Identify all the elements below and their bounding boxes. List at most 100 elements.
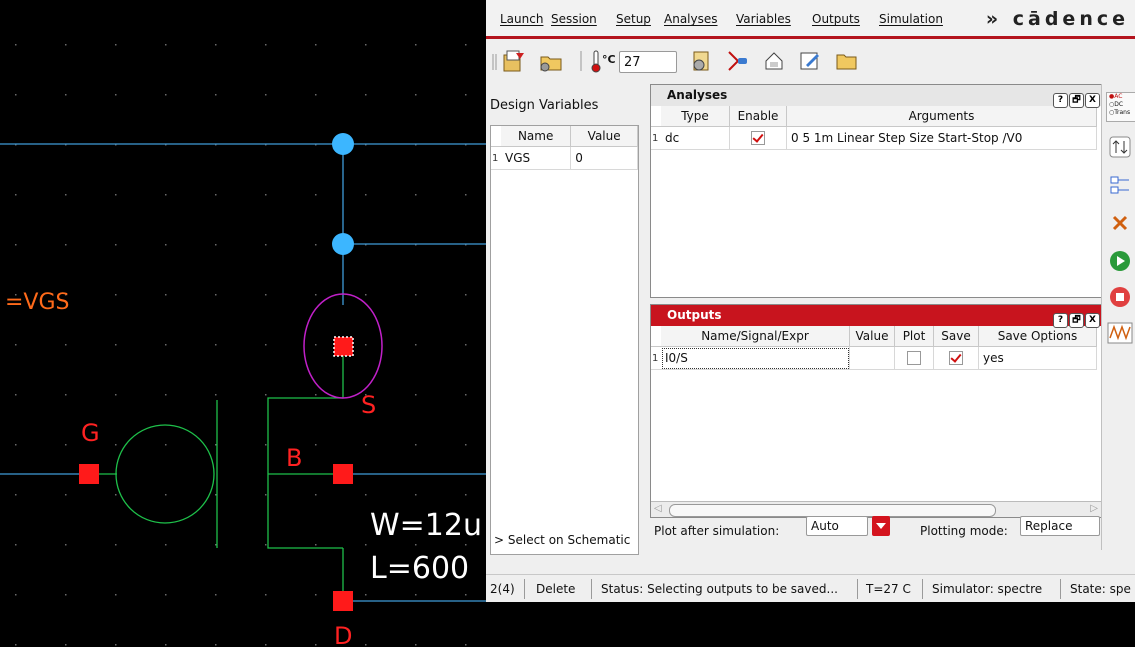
grid-dot [15, 444, 17, 446]
output-name-cell[interactable]: I0/S [661, 346, 850, 370]
design-variables-title: Design Variables [490, 98, 599, 113]
node-dot-mid[interactable] [332, 233, 354, 255]
restore-icon[interactable]: 🗗 [1069, 313, 1084, 328]
menu-outputs[interactable]: Outputs [812, 12, 860, 26]
plotting-mode-select[interactable]: Replace [1020, 516, 1100, 536]
column-header-arguments[interactable]: Arguments [786, 106, 1097, 127]
grid-dot [115, 94, 117, 96]
chevron-down-icon[interactable] [872, 516, 890, 536]
grid-dot [65, 594, 67, 596]
scroll-left-icon[interactable]: ◁ [654, 503, 662, 514]
menu-launch[interactable]: Launch [500, 12, 543, 26]
grid-dot [265, 394, 267, 396]
open-folder-icon[interactable] [834, 49, 860, 73]
grid-dot [315, 94, 317, 96]
probe-icon[interactable] [726, 49, 750, 73]
grid-dot [65, 344, 67, 346]
grid-dot [215, 494, 217, 496]
plot-checkbox[interactable] [907, 351, 921, 366]
close-icon[interactable]: X [1085, 93, 1100, 108]
design-variables-table[interactable]: Name Value 1 VGS 0 [490, 125, 639, 555]
analysis-arguments-cell[interactable]: 0 5 1m Linear Step Size Start-Stop /V0 [786, 126, 1097, 150]
netlist-icon[interactable] [762, 49, 786, 73]
analyses-header: Analyses ? 🗗 X [651, 85, 1102, 108]
table-row[interactable]: 1 I0/S yes [651, 346, 1097, 370]
pin-source-selected[interactable] [333, 336, 354, 357]
grid-dot [65, 494, 67, 496]
radio-ac[interactable]: ●AC [1109, 93, 1135, 101]
column-header-save[interactable]: Save [933, 326, 979, 347]
setup-model-icon[interactable] [690, 49, 714, 73]
netlist-and-run-icon[interactable] [1109, 174, 1131, 196]
variable-name-cell[interactable]: VGS [501, 146, 572, 170]
scroll-right-icon[interactable]: ▷ [1090, 503, 1098, 514]
restore-icon[interactable]: 🗗 [1069, 93, 1084, 108]
load-state-icon[interactable] [538, 49, 564, 73]
output-value-cell[interactable] [849, 346, 895, 370]
pin-drain[interactable] [333, 591, 353, 611]
output-save-options-cell[interactable]: yes [978, 346, 1097, 370]
pin-gate[interactable] [79, 464, 99, 484]
grid-dot [365, 294, 367, 296]
column-header-save-options[interactable]: Save Options [978, 326, 1097, 347]
nmos-transistor[interactable] [89, 348, 344, 601]
column-header-enable[interactable]: Enable [729, 106, 787, 127]
grid-dot [265, 444, 267, 446]
menu-simulation[interactable]: Simulation [879, 12, 943, 26]
gate-circle [115, 424, 215, 524]
grid-dot [265, 594, 267, 596]
save-checkbox[interactable] [949, 351, 963, 366]
grid-dot [215, 44, 217, 46]
edit-note-icon[interactable] [798, 49, 822, 73]
help-icon[interactable]: ? [1053, 313, 1068, 328]
grid-dot [365, 444, 367, 446]
close-icon[interactable]: X [1085, 313, 1100, 328]
stop-icon[interactable] [1109, 286, 1131, 308]
pin-bulk[interactable] [333, 464, 353, 484]
horizontal-scrollbar[interactable]: ◁ ▷ [651, 501, 1102, 517]
menu-session[interactable]: Session [551, 12, 597, 26]
analysis-type-cell[interactable]: dc [661, 126, 730, 150]
run-icon[interactable] [1109, 250, 1131, 272]
plot-after-select[interactable]: Auto [806, 516, 868, 536]
column-header-signal[interactable]: Name/Signal/Expr [661, 326, 850, 347]
grid-dot [165, 494, 167, 496]
table-row[interactable]: 1 VGS 0 [491, 146, 638, 170]
grid-dot [465, 294, 467, 296]
select-on-schematic-link[interactable]: > Select on Schematic [494, 533, 630, 547]
thermometer-icon [591, 50, 601, 73]
enable-checkbox[interactable] [751, 131, 765, 146]
grid-dot [265, 344, 267, 346]
table-row[interactable]: 1 dc 0 5 1m Linear Step Size Start-Stop … [651, 126, 1097, 150]
variable-value-cell[interactable]: 0 [570, 146, 638, 170]
grid-dot [215, 544, 217, 546]
radio-trans[interactable]: ○Trans [1109, 109, 1135, 117]
menu-variables[interactable]: Variables [736, 12, 791, 26]
node-dot-top[interactable] [332, 133, 354, 155]
radio-dc[interactable]: ○DC [1109, 101, 1135, 109]
menu-analyses[interactable]: Analyses [664, 12, 718, 26]
column-header-value[interactable]: Value [570, 126, 638, 147]
run-controls-strip: ●AC ○DC ○Trans [1101, 84, 1135, 550]
plot-waveform-icon[interactable] [1107, 322, 1133, 344]
help-icon[interactable]: ? [1053, 93, 1068, 108]
sort-icon[interactable] [1109, 136, 1131, 158]
save-state-icon[interactable] [502, 49, 526, 73]
status-bar: 2(4) Delete Status: Selecting outputs to… [486, 574, 1135, 602]
analysis-type-radio-group[interactable]: ●AC ○DC ○Trans [1106, 92, 1135, 122]
grid-dot [365, 44, 367, 46]
menu-setup[interactable]: Setup [616, 12, 651, 26]
column-header-name[interactable]: Name [501, 126, 572, 147]
column-header-plot[interactable]: Plot [894, 326, 934, 347]
vgs-label: =VGS [5, 290, 70, 315]
toolbar-grip-icon [492, 54, 497, 70]
source-label: S [361, 391, 376, 419]
grid-dot [165, 444, 167, 446]
temperature-input[interactable]: 27 [619, 51, 677, 73]
grid-dot [165, 544, 167, 546]
delete-icon[interactable] [1109, 212, 1131, 234]
column-header-type[interactable]: Type [661, 106, 730, 127]
output-save-cell [933, 346, 979, 370]
grid-dot [115, 294, 117, 296]
column-header-value[interactable]: Value [849, 326, 895, 347]
